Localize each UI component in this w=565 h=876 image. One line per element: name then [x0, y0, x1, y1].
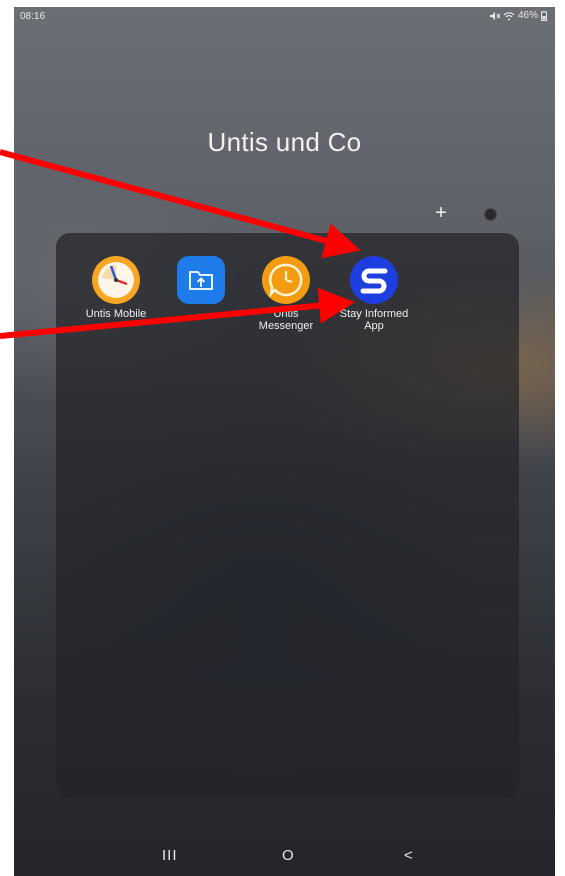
app-files[interactable]: [161, 256, 241, 308]
battery-icon: [541, 10, 547, 21]
back-button[interactable]: <: [404, 847, 413, 864]
status-icons: 46%: [489, 10, 547, 21]
app-stay-informed[interactable]: Stay Informed App: [334, 256, 414, 332]
app-label: Untis Mobile: [85, 308, 147, 320]
app-label-line2: App: [364, 320, 384, 332]
app-label-line1: Stay Informed: [339, 308, 409, 320]
folder-panel: Untis Mobile Untis Messenger Stay Inform…: [56, 233, 519, 798]
app-label-line1: Untis: [273, 308, 299, 320]
status-time: 08:16: [20, 11, 46, 22]
recents-button[interactable]: III: [162, 847, 178, 864]
home-screen: 08:16 46% Untis und Co + Untis Mobile Un…: [14, 7, 555, 876]
s-logo-icon: [350, 256, 398, 304]
app-label-line2: Messenger: [258, 320, 314, 332]
app-untis-messenger[interactable]: Untis Messenger: [246, 256, 326, 332]
app-untis-mobile[interactable]: Untis Mobile: [76, 256, 156, 320]
navigation-bar: III O <: [14, 843, 555, 873]
clock-icon: [92, 256, 140, 304]
home-button[interactable]: O: [282, 847, 294, 864]
battery-text: 46%: [517, 10, 538, 21]
status-bar: 08:16 46%: [14, 7, 555, 27]
page-indicator-dot[interactable]: [484, 208, 497, 221]
add-icon[interactable]: +: [431, 203, 451, 223]
folder-title[interactable]: Untis und Co: [14, 127, 555, 158]
chat-clock-icon: [262, 256, 310, 304]
wifi-icon: [503, 11, 515, 21]
mute-icon: [489, 11, 500, 21]
folder-upload-icon: [177, 256, 225, 304]
